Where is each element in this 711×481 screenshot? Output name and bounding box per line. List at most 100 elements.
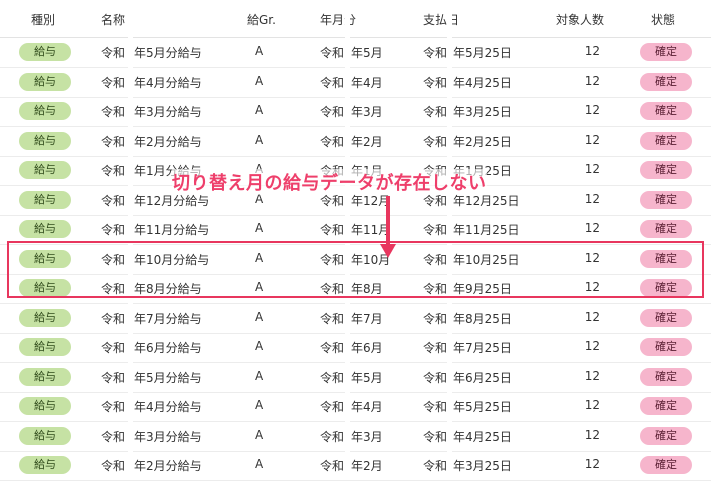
table-row[interactable]: 給与 令和 年7月分給与 A 令和 年7月 令和 年8月25日 12 確定: [0, 303, 711, 334]
table-row[interactable]: 給与 令和 年2月分給与 A 令和 年2月 令和 年2月25日 12 確定: [0, 126, 711, 157]
table-row[interactable]: 給与 令和 年5月分給与 A 令和 年5月 令和 年6月25日 12 確定: [0, 362, 711, 393]
status-badge: 確定: [640, 72, 692, 91]
payday-cell: 年4月25日: [453, 429, 512, 444]
status-badge: 確定: [640, 397, 692, 415]
type-badge: 給与: [19, 72, 71, 91]
grade-cell: A: [255, 309, 264, 324]
name-prefix: 令和: [101, 311, 126, 326]
type-badge: 給与: [19, 161, 71, 179]
column-header-name[interactable]: 名称: [101, 11, 125, 28]
grade-cell: A: [255, 457, 264, 471]
grade-cell: A: [255, 103, 264, 117]
table-row[interactable]: 給与 令和 年3月分給与 A 令和 年3月 令和 年4月25日 12 確定: [0, 421, 711, 452]
count-cell: 12: [584, 162, 600, 176]
payday-cell: 年4月25日: [453, 75, 512, 90]
type-badge: 給与: [19, 190, 71, 209]
name-prefix: 令和: [101, 223, 126, 237]
name-prefix: 令和: [101, 429, 126, 444]
grade-cell: A: [255, 132, 264, 147]
payday-prefix: 令和: [423, 75, 448, 90]
column-header-payday[interactable]: 支払日: [423, 11, 459, 28]
count-cell: 12: [584, 309, 600, 324]
payroll-name[interactable]: 年11月分給与: [134, 221, 209, 238]
payday-cell: 年7月25日: [453, 341, 512, 355]
status-badge: 確定: [640, 338, 692, 356]
type-badge: 給与: [19, 220, 71, 238]
column-header-status[interactable]: 状態: [651, 11, 675, 28]
month-prefix: 令和: [320, 46, 345, 60]
grade-cell: A: [255, 398, 264, 412]
redaction-strip: [128, 0, 133, 478]
payday-prefix: 令和: [423, 46, 448, 60]
month-cell: 年4月: [351, 75, 383, 90]
redaction-strip: [447, 0, 452, 478]
table-row[interactable]: 給与 令和 年4月分給与 A 令和 年4月 令和 年4月25日 12 確定: [0, 67, 711, 98]
payday-prefix: 令和: [423, 223, 448, 237]
payroll-name[interactable]: 年3月分給与: [134, 428, 202, 445]
count-cell: 12: [584, 427, 600, 442]
highlight-box: [7, 241, 704, 298]
name-prefix: 令和: [101, 193, 126, 208]
redaction-strip: [345, 0, 350, 478]
month-prefix: 令和: [320, 400, 345, 414]
count-cell: 12: [584, 73, 600, 88]
payroll-name[interactable]: 年5月分給与: [134, 369, 202, 386]
count-cell: 12: [584, 132, 600, 147]
grade-cell: A: [255, 44, 264, 58]
table-header: 種別 名称 給Gr. 年月分 支払日 対象人数 状態: [0, 0, 711, 38]
payday-cell: 年5月25日: [453, 46, 512, 60]
payroll-name[interactable]: 年5月分給与: [134, 44, 202, 61]
payroll-name[interactable]: 年2月分給与: [134, 457, 202, 474]
payroll-name[interactable]: 年7月分給与: [134, 310, 202, 327]
payday-cell: 年11月25日: [453, 223, 520, 237]
column-header-grade[interactable]: 給Gr.: [247, 11, 276, 28]
column-header-count[interactable]: 対象人数: [556, 11, 604, 28]
count-cell: 12: [584, 44, 600, 58]
month-cell: 年5月: [351, 370, 383, 385]
type-badge: 給与: [19, 102, 71, 120]
month-cell: 年11月: [351, 223, 391, 237]
table-row[interactable]: 給与 令和 年6月分給与 A 令和 年6月 令和 年7月25日 12 確定: [0, 332, 711, 363]
grade-cell: A: [255, 73, 264, 88]
count-cell: 12: [584, 191, 600, 206]
type-badge: 給与: [19, 131, 71, 150]
payday-cell: 年6月25日: [453, 370, 512, 385]
payroll-name[interactable]: 年2月分給与: [134, 133, 202, 150]
payday-prefix: 令和: [423, 400, 448, 414]
payday-prefix: 令和: [423, 429, 448, 444]
payroll-name[interactable]: 年6月分給与: [134, 339, 202, 356]
column-header-type[interactable]: 種別: [31, 11, 55, 28]
payroll-name[interactable]: 年4月分給与: [134, 74, 202, 91]
type-badge: 給与: [19, 43, 71, 61]
payday-cell: 年5月25日: [453, 400, 512, 414]
status-badge: 確定: [640, 43, 692, 61]
status-badge: 確定: [640, 161, 692, 179]
month-prefix: 令和: [320, 370, 345, 385]
month-cell: 年2月: [351, 134, 383, 149]
payroll-name[interactable]: 年3月分給与: [134, 103, 202, 120]
name-prefix: 令和: [101, 164, 126, 178]
payroll-name[interactable]: 年4月分給与: [134, 398, 202, 415]
column-header-month[interactable]: 年月分: [320, 11, 356, 28]
payday-prefix: 令和: [423, 311, 448, 326]
month-cell: 年2月: [351, 459, 383, 473]
status-badge: 確定: [640, 131, 692, 150]
type-badge: 給与: [19, 338, 71, 356]
payday-cell: 年8月25日: [453, 311, 512, 326]
type-badge: 給与: [19, 426, 71, 445]
month-prefix: 令和: [320, 223, 345, 237]
table-row[interactable]: 給与 令和 年4月分給与 A 令和 年4月 令和 年5月25日 12 確定: [0, 391, 711, 422]
grade-cell: A: [255, 368, 264, 383]
name-prefix: 令和: [101, 75, 126, 90]
grade-cell: A: [255, 427, 264, 442]
payday-prefix: 令和: [423, 105, 448, 119]
payday-cell: 年3月25日: [453, 105, 512, 119]
table-row[interactable]: 給与 令和 年2月分給与 A 令和 年2月 令和 年3月25日 12 確定: [0, 450, 711, 481]
month-prefix: 令和: [320, 429, 345, 444]
table-row[interactable]: 給与 令和 年3月分給与 A 令和 年3月 令和 年3月25日 12 確定: [0, 96, 711, 127]
payday-prefix: 令和: [423, 370, 448, 385]
table-row[interactable]: 給与 令和 年5月分給与 A 令和 年5月 令和 年5月25日 12 確定: [0, 37, 711, 68]
name-prefix: 令和: [101, 134, 126, 149]
annotation-arrow-head: [380, 244, 396, 258]
month-prefix: 令和: [320, 75, 345, 90]
